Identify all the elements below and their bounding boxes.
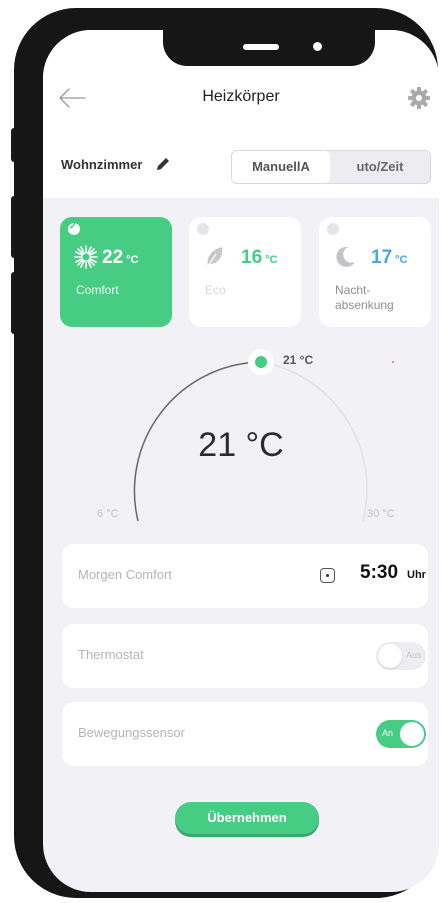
schedule-label: Morgen Comfort: [78, 567, 172, 582]
preset-temp: 22 °C: [102, 247, 138, 269]
radio-selected-icon: ✓: [68, 221, 80, 235]
app-screen: Heizkörper Wohnzimmer ManuellA uto/Zeit …: [43, 30, 439, 892]
speaker-grille: [243, 44, 279, 50]
schedule-time[interactable]: 5:30: [360, 562, 398, 584]
preset-temp-value: 17: [371, 247, 393, 268]
apply-button[interactable]: Übernehmen: [175, 802, 319, 834]
phone-notch: [163, 30, 375, 66]
preset-temp-value: 22: [102, 247, 124, 268]
motion-sensor-toggle[interactable]: An: [376, 720, 426, 748]
clock-icon[interactable]: [320, 568, 335, 583]
dial-knob-dot: [255, 356, 267, 368]
thermostat-toggle[interactable]: Aus: [376, 642, 426, 670]
front-camera: [313, 42, 322, 51]
schedule-time-unit: Uhr: [407, 569, 426, 581]
toggle-knob: [400, 722, 424, 746]
sun-icon: [74, 245, 98, 269]
preset-temp-unit: °C: [395, 254, 408, 266]
preset-temp-unit: °C: [265, 254, 278, 266]
preset-card-night[interactable]: 17 °C Nacht- absenkung: [319, 217, 431, 327]
dial-min-label: 6 °C: [97, 508, 119, 520]
thermostat-label: Thermostat: [78, 647, 144, 662]
mode-toggle: ManuellA uto/Zeit: [231, 150, 431, 184]
dial-marker: [392, 361, 394, 363]
preset-label: Comfort: [76, 283, 119, 297]
phone-frame: Heizkörper Wohnzimmer ManuellA uto/Zeit …: [14, 8, 439, 898]
toggle-state-label: An: [382, 728, 394, 738]
dial-setpoint-label: 21 °C: [283, 353, 314, 367]
motion-sensor-label: Bewegungssensor: [78, 725, 185, 740]
preset-temp: 17 °C: [371, 247, 407, 269]
room-name: Wohnzimmer: [61, 157, 143, 172]
mode-manual-button[interactable]: ManuellA: [232, 151, 330, 183]
preset-temp-value: 16: [241, 247, 263, 268]
gear-icon[interactable]: [407, 86, 431, 110]
current-temperature: 21 °C: [198, 426, 284, 464]
motion-sensor-row: Bewegungssensor An: [62, 702, 428, 766]
preset-temp-unit: °C: [126, 254, 139, 266]
toggle-knob: [378, 644, 402, 668]
leaf-icon: [207, 247, 223, 267]
preset-label: Eco: [205, 283, 226, 297]
thermostat-row: Thermostat Aus: [62, 624, 428, 688]
page-title: Heizkörper: [202, 88, 280, 105]
radio-unselected-icon: [197, 223, 209, 235]
toggle-state-label: Aus: [406, 650, 422, 660]
pencil-icon[interactable]: [155, 156, 171, 172]
schedule-row[interactable]: Morgen Comfort 5:30 Uhr: [62, 544, 428, 608]
radio-unselected-icon: [327, 223, 339, 235]
preset-card-eco[interactable]: 16 °C Eco: [189, 217, 301, 327]
preset-card-comfort[interactable]: ✓ 22 °C Comfort: [60, 217, 172, 327]
preset-label: Nacht- absenkung: [335, 283, 394, 312]
check-icon: ✓: [69, 221, 78, 232]
moon-icon: [336, 246, 355, 267]
preset-temp: 16 °C: [241, 247, 277, 269]
mode-auto-button[interactable]: uto/Zeit: [330, 151, 430, 183]
dial-max-label: 30 °C: [367, 508, 395, 520]
